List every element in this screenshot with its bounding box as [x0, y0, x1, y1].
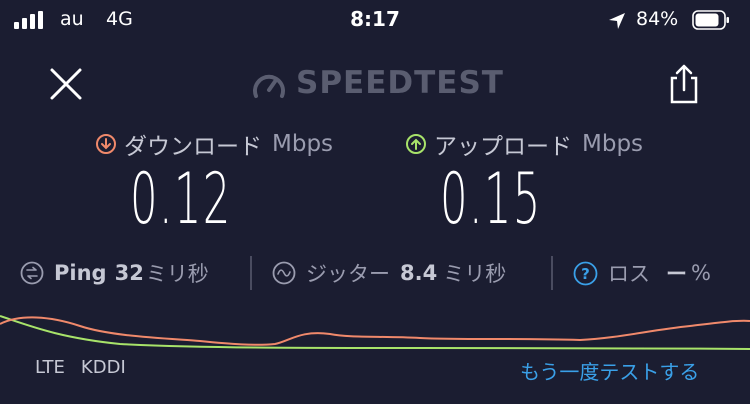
- loss-metric: ? ロス ー %: [573, 258, 711, 288]
- connection-type: LTE: [35, 357, 65, 378]
- loss-value: ー: [666, 262, 687, 286]
- speedometer-icon: [253, 74, 285, 98]
- divider: [551, 256, 553, 290]
- battery-percent: 84%: [636, 8, 679, 30]
- loss-unit: %: [691, 261, 711, 285]
- download-arrow-icon: [96, 134, 116, 154]
- speedtest-logo: SPEEDTEST: [250, 64, 510, 104]
- ping-label: Ping: [54, 261, 107, 285]
- location-arrow-icon: [609, 13, 625, 29]
- jitter-value: 8.4: [400, 261, 438, 285]
- upload-label: アップロード Mbps: [406, 127, 643, 161]
- download-speed-line: [0, 316, 750, 346]
- divider: [250, 256, 252, 290]
- share-button[interactable]: [664, 62, 704, 106]
- ping-unit: ミリ秒: [145, 262, 209, 286]
- jitter-unit: ミリ秒: [443, 262, 507, 286]
- download-label: ダウンロード Mbps: [96, 127, 333, 161]
- download-value: 0.12: [130, 158, 232, 240]
- logo-text: SPEEDTEST: [296, 65, 504, 101]
- ping-metric: Ping 32 ミリ秒: [20, 258, 209, 288]
- ping-icon: [20, 261, 44, 285]
- help-icon[interactable]: ?: [573, 261, 598, 286]
- download-label-text: ダウンロード: [124, 134, 262, 160]
- svg-text:?: ?: [581, 265, 590, 283]
- jitter-icon: [272, 261, 296, 285]
- upload-label-text: アップロード: [434, 134, 572, 160]
- ping-value: 32: [114, 261, 144, 285]
- upload-unit: Mbps: [582, 131, 644, 157]
- connection-info: LTE KDDI: [35, 357, 126, 378]
- upload-value: 0.15: [440, 158, 542, 240]
- provider-name: KDDI: [80, 357, 126, 378]
- download-unit: Mbps: [272, 131, 334, 157]
- upload-arrow-icon: [406, 134, 426, 154]
- close-button[interactable]: [44, 62, 88, 106]
- speed-graph: [0, 315, 750, 350]
- retry-test-link[interactable]: もう一度テストする: [520, 356, 699, 385]
- loss-label: ロス: [608, 262, 650, 286]
- battery-icon: [692, 10, 729, 30]
- jitter-label: ジッター: [306, 262, 390, 286]
- jitter-metric: ジッター 8.4 ミリ秒: [272, 258, 506, 288]
